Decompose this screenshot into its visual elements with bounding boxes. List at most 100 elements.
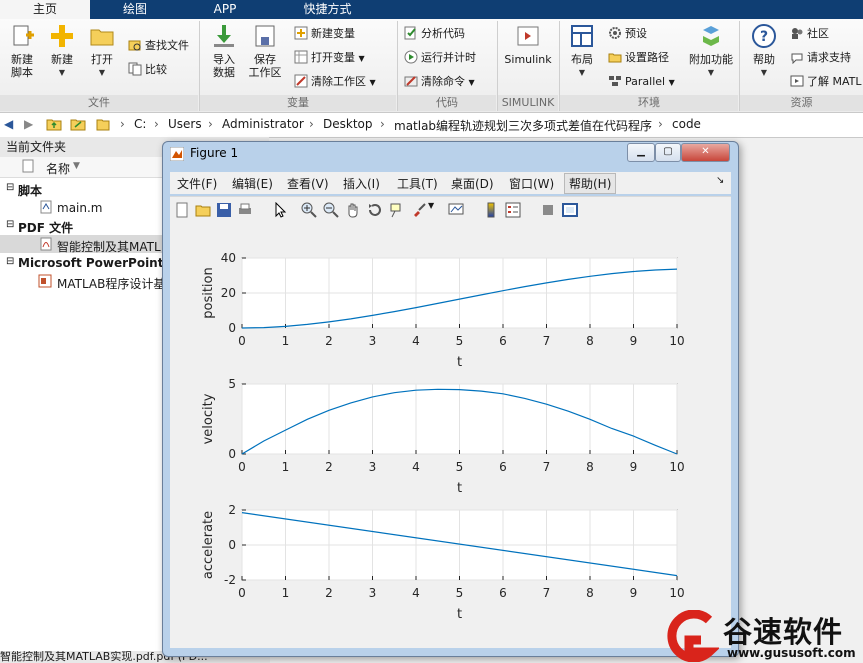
file-pdf[interactable]: 智能控制及其MATL bbox=[57, 238, 161, 255]
new-variable-button[interactable]: 新建变量 bbox=[294, 25, 355, 43]
group-powerpoint: Microsoft PowerPoint 9 bbox=[18, 256, 176, 270]
menu-edit[interactable]: 编辑(E) bbox=[232, 175, 273, 192]
request-support-label: 请求支持 bbox=[807, 51, 851, 64]
collapse-icon[interactable]: ⊟ bbox=[6, 182, 14, 193]
run-and-time-button[interactable]: 运行并计时 bbox=[404, 49, 476, 67]
new-script-button[interactable]: 新建 脚本 bbox=[0, 23, 44, 79]
dock-arrow-icon[interactable]: ↘ bbox=[716, 175, 724, 186]
group-label-file: 文件 bbox=[0, 95, 198, 111]
find-folder-icon bbox=[128, 40, 141, 51]
tab-apps[interactable]: APP bbox=[180, 0, 270, 19]
show-plot-tools-icon[interactable] bbox=[562, 202, 578, 218]
sort-down-icon[interactable]: ▼ bbox=[73, 161, 80, 171]
x-tick-label: 2 bbox=[325, 586, 333, 600]
analyze-code-button[interactable]: 分析代码 bbox=[404, 25, 465, 43]
tab-plots[interactable]: 绘图 bbox=[90, 0, 180, 19]
parallel-button[interactable]: Parallel ▼ bbox=[608, 73, 675, 91]
forward-arrow-icon[interactable]: ▶ bbox=[24, 117, 33, 131]
minimize-button[interactable]: ▁ bbox=[627, 143, 655, 162]
file-main-m[interactable]: main.m bbox=[57, 201, 103, 215]
column-header-name[interactable]: 名称 bbox=[46, 160, 70, 177]
request-support-button[interactable]: 请求支持 bbox=[790, 49, 851, 67]
pan-hand-icon[interactable] bbox=[345, 202, 361, 218]
path-separator: › bbox=[208, 117, 213, 131]
help-label: 帮助 bbox=[753, 53, 775, 66]
addons-button[interactable]: 附加功能 ▼ bbox=[686, 23, 736, 79]
path-crumb-project[interactable]: matlab编程轨迹规划三次多项式差值在代码程序 bbox=[394, 117, 652, 134]
path-crumb-drive[interactable]: C: bbox=[134, 117, 146, 131]
link-plot-icon[interactable] bbox=[448, 202, 464, 218]
y-tick-label: -2 bbox=[224, 573, 236, 587]
collapse-icon[interactable]: ⊟ bbox=[6, 256, 14, 267]
chevron-down-icon[interactable]: ▼ bbox=[428, 201, 436, 217]
close-button[interactable]: ✕ bbox=[681, 143, 730, 162]
set-path-button[interactable]: 设置路径 bbox=[608, 49, 669, 67]
file-powerpoint[interactable]: MATLAB程序设计基 bbox=[57, 275, 165, 292]
up-folder-icon[interactable] bbox=[46, 117, 62, 134]
compare-button[interactable]: 比较 bbox=[128, 61, 167, 79]
path-crumb-administrator[interactable]: Administrator bbox=[222, 117, 304, 131]
maximize-button[interactable]: ▢ bbox=[655, 143, 681, 162]
y-tick-label: 40 bbox=[221, 251, 236, 265]
zoom-out-icon[interactable] bbox=[323, 202, 339, 218]
watermark: 谷速软件 www.gususoft.com bbox=[663, 608, 863, 663]
preferences-button[interactable]: 预设 bbox=[608, 25, 647, 43]
rotate-3d-icon[interactable] bbox=[367, 202, 383, 218]
help-button[interactable]: ? 帮助 ▼ bbox=[742, 23, 786, 79]
path-crumb-desktop[interactable]: Desktop bbox=[323, 117, 373, 131]
hide-plot-tools-icon[interactable] bbox=[540, 202, 556, 218]
menu-window[interactable]: 窗口(W) bbox=[509, 175, 554, 192]
menu-tools[interactable]: 工具(T) bbox=[397, 175, 438, 192]
import-data-button[interactable]: 导入 数据 bbox=[202, 23, 246, 79]
data-cursor-icon[interactable] bbox=[389, 202, 405, 218]
matlab-logo-icon bbox=[169, 146, 185, 164]
brush-icon[interactable] bbox=[411, 202, 427, 218]
save-icon[interactable] bbox=[216, 202, 232, 218]
menu-insert[interactable]: 插入(I) bbox=[343, 175, 380, 192]
legend-icon[interactable] bbox=[505, 202, 521, 218]
path-crumb-users[interactable]: Users bbox=[168, 117, 202, 131]
import-data-label: 导入 数据 bbox=[213, 53, 235, 79]
tab-shortcuts[interactable]: 快捷方式 bbox=[270, 0, 385, 19]
save-workspace-button[interactable]: 保存 工作区 bbox=[243, 23, 287, 79]
layout-icon bbox=[571, 25, 593, 47]
print-icon[interactable] bbox=[237, 202, 253, 218]
open-button[interactable]: 打开 ▼ bbox=[80, 23, 124, 79]
menu-view[interactable]: 查看(V) bbox=[287, 175, 329, 192]
tab-home[interactable]: 主页 bbox=[0, 0, 90, 19]
menu-file[interactable]: 文件(F) bbox=[177, 175, 217, 192]
open-file-icon[interactable] bbox=[195, 202, 211, 218]
community-icon bbox=[792, 28, 803, 39]
clear-workspace-button[interactable]: 清除工作区 ▼ bbox=[294, 73, 376, 91]
find-files-button[interactable]: 查找文件 bbox=[128, 37, 189, 55]
powerpoint-file-icon bbox=[38, 274, 52, 291]
path-crumb-code[interactable]: code bbox=[672, 117, 701, 131]
browse-folder-icon[interactable] bbox=[70, 117, 86, 134]
open-variable-icon bbox=[294, 50, 308, 64]
new-button[interactable]: 新建 ▼ bbox=[40, 23, 84, 79]
menu-desktop[interactable]: 桌面(D) bbox=[451, 175, 494, 192]
menu-help[interactable]: 帮助(H) bbox=[564, 173, 617, 194]
path-separator: › bbox=[309, 117, 314, 131]
simulink-button[interactable]: Simulink bbox=[503, 23, 553, 66]
open-variable-button[interactable]: 打开变量 ▼ bbox=[294, 49, 365, 67]
group-label-simulink: SIMULINK bbox=[498, 95, 558, 111]
close-icon: ✕ bbox=[701, 146, 710, 157]
support-icon bbox=[791, 53, 803, 64]
clear-workspace-label: 清除工作区 bbox=[311, 75, 366, 88]
clear-commands-button[interactable]: 清除命令 ▼ bbox=[404, 73, 475, 91]
layout-button[interactable]: 布局 ▼ bbox=[560, 23, 604, 79]
back-arrow-icon[interactable]: ◀ bbox=[4, 117, 13, 131]
simulink-icon bbox=[517, 26, 539, 46]
zoom-in-icon[interactable] bbox=[301, 202, 317, 218]
new-figure-icon[interactable] bbox=[174, 202, 190, 218]
maximize-icon: ▢ bbox=[663, 146, 673, 157]
x-tick-label: 1 bbox=[282, 334, 290, 348]
community-button[interactable]: 社区 bbox=[790, 25, 829, 43]
learn-matlab-button[interactable]: 了解 MATL bbox=[790, 73, 862, 91]
pointer-icon[interactable] bbox=[272, 202, 288, 218]
colorbar-icon[interactable] bbox=[483, 202, 499, 218]
collapse-icon[interactable]: ⊟ bbox=[6, 219, 14, 230]
x-tick-label: 7 bbox=[543, 460, 551, 474]
x-tick-label: 10 bbox=[669, 586, 684, 600]
